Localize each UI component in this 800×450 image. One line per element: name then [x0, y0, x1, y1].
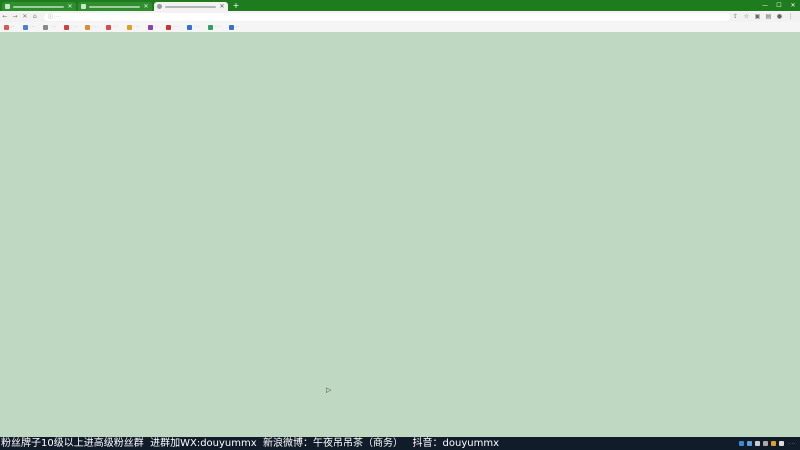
- bookmark-item[interactable]: ···: [43, 22, 57, 32]
- bookmark-label: ··: [11, 24, 16, 29]
- tab-close-icon[interactable]: ✕: [67, 2, 73, 11]
- tab-title: [165, 5, 216, 8]
- bookmark-favicon-icon: [4, 24, 9, 30]
- stop-loading-button[interactable]: ✕: [20, 11, 30, 22]
- mouse-cursor-icon: ▷: [326, 386, 332, 394]
- bookmark-label: ···: [50, 24, 58, 29]
- address-bar[interactable]: ⓘ ···: [43, 12, 730, 21]
- bookmark-favicon-icon: [126, 24, 132, 30]
- maximize-button[interactable]: ☐: [772, 0, 786, 11]
- page-content[interactable]: ▷: [0, 32, 800, 437]
- bookmark-favicon-icon: [22, 24, 28, 30]
- bookmark-label: ···: [29, 24, 37, 29]
- bookmark-label: ···: [173, 24, 180, 29]
- bookmark-label: ···: [214, 24, 222, 29]
- bookmark-label: ···: [133, 24, 141, 29]
- menu-icon[interactable]: ⋮: [785, 11, 796, 22]
- tray-app-icon[interactable]: [771, 441, 777, 446]
- browser-tab-2[interactable]: ✕: [78, 2, 152, 11]
- toolbar-actions: ⇪ ☆ ▣ ▤ ● ⋮: [730, 11, 796, 22]
- bookmark-item[interactable]: ···: [105, 22, 120, 32]
- bookmark-item[interactable]: ···: [64, 22, 78, 32]
- tab-strip: ✕ ✕ ✕ + — ☐ ✕: [0, 0, 800, 11]
- bookmark-item[interactable]: ···: [22, 22, 37, 32]
- bookmark-item[interactable]: ···: [207, 22, 222, 32]
- bookmark-favicon-icon: [207, 24, 213, 30]
- stream-marquee-text: 粉丝牌子10级以上进高级粉丝群 进群加WX:douyummx 新浪微博：午夜吊吊…: [1, 438, 500, 449]
- bookmark-item[interactable]: ···: [126, 22, 141, 32]
- bookmark-label: ···: [92, 24, 99, 29]
- bookmark-item[interactable]: ··: [4, 22, 16, 32]
- bookmark-favicon-icon: [166, 24, 172, 30]
- bookmark-star-icon[interactable]: ☆: [741, 11, 752, 22]
- bookmark-label: ···: [112, 24, 120, 29]
- tab-favicon-icon: [81, 4, 86, 9]
- tab-close-icon[interactable]: ✕: [219, 2, 225, 11]
- address-text: ···: [55, 13, 63, 19]
- bookmark-label: ···: [71, 24, 79, 29]
- bookmark-favicon-icon: [64, 24, 70, 30]
- profile-icon[interactable]: ●: [774, 11, 785, 22]
- forward-button[interactable]: →: [10, 11, 20, 22]
- tab-close-icon[interactable]: ✕: [143, 2, 149, 11]
- bookmark-label: ···: [193, 24, 201, 29]
- home-button[interactable]: ⌂: [30, 11, 40, 22]
- bookmark-favicon-icon: [105, 24, 111, 30]
- tray-app-icon[interactable]: [763, 441, 769, 446]
- back-button[interactable]: ←: [0, 11, 10, 22]
- bookmark-favicon-icon: [186, 24, 192, 30]
- tab-title: [89, 5, 140, 8]
- window-controls: — ☐ ✕: [758, 0, 800, 11]
- bookmarks-bar: ·· ··· ··· ··· ··· ··· ··· ·· ··· ··· ··· ··: [0, 22, 800, 32]
- site-info-icon[interactable]: ⓘ: [48, 13, 53, 21]
- minimize-button[interactable]: —: [758, 0, 772, 11]
- browser-tab-3-active[interactable]: ✕: [154, 2, 228, 11]
- bookmark-favicon-icon: [147, 24, 153, 30]
- tab-loading-icon: [157, 4, 162, 9]
- extensions-icon[interactable]: ▤: [763, 11, 774, 22]
- browser-toolbar: ← → ✕ ⌂ ⓘ ··· ⇪ ☆ ▣ ▤ ● ⋮: [0, 11, 800, 22]
- tray-clock[interactable]: ···: [789, 441, 796, 446]
- tray-app-icon[interactable]: [747, 441, 753, 446]
- share-icon[interactable]: ⇪: [730, 11, 741, 22]
- bookmark-item[interactable]: ··: [147, 22, 160, 32]
- tab-title: [13, 5, 64, 8]
- bookmark-label: ··: [235, 24, 241, 29]
- taskbar: 粉丝牌子10级以上进高级粉丝群 进群加WX:douyummx 新浪微博：午夜吊吊…: [0, 437, 800, 450]
- bookmark-item[interactable]: ···: [85, 22, 99, 32]
- bookmark-favicon-icon: [43, 24, 49, 30]
- reading-view-icon[interactable]: ▣: [752, 11, 763, 22]
- bookmark-item[interactable]: ··: [228, 22, 241, 32]
- browser-tab-1[interactable]: ✕: [2, 2, 76, 11]
- tray-app-icon[interactable]: [779, 441, 785, 446]
- bookmark-favicon-icon: [228, 24, 234, 30]
- bookmark-label: ··: [154, 24, 160, 29]
- new-tab-button[interactable]: +: [231, 2, 241, 11]
- bookmark-item[interactable]: ···: [166, 22, 180, 32]
- close-window-button[interactable]: ✕: [786, 0, 800, 11]
- bookmark-item[interactable]: ···: [186, 22, 201, 32]
- tray-app-icon[interactable]: [739, 441, 745, 446]
- bookmark-favicon-icon: [85, 24, 91, 30]
- system-tray: ···: [736, 437, 796, 450]
- tab-favicon-icon: [5, 4, 10, 9]
- tray-app-icon[interactable]: [755, 441, 761, 446]
